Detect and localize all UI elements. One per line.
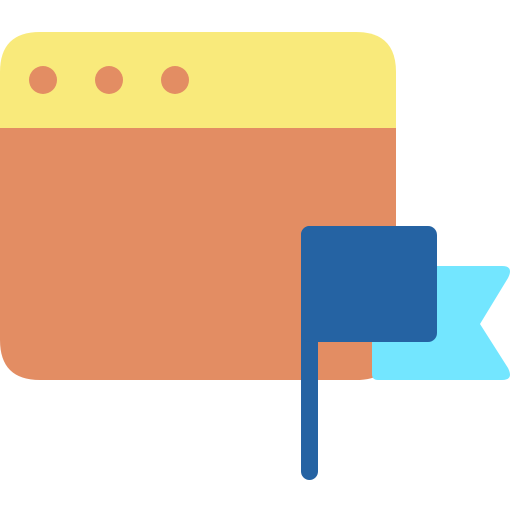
browser-window-flag-icon <box>0 32 510 480</box>
window-dot <box>161 66 189 94</box>
icon-canvas <box>0 0 512 512</box>
window-dot <box>29 66 57 94</box>
window-dot <box>95 66 123 94</box>
flag-main <box>301 226 437 342</box>
window-titlebar <box>0 32 396 128</box>
